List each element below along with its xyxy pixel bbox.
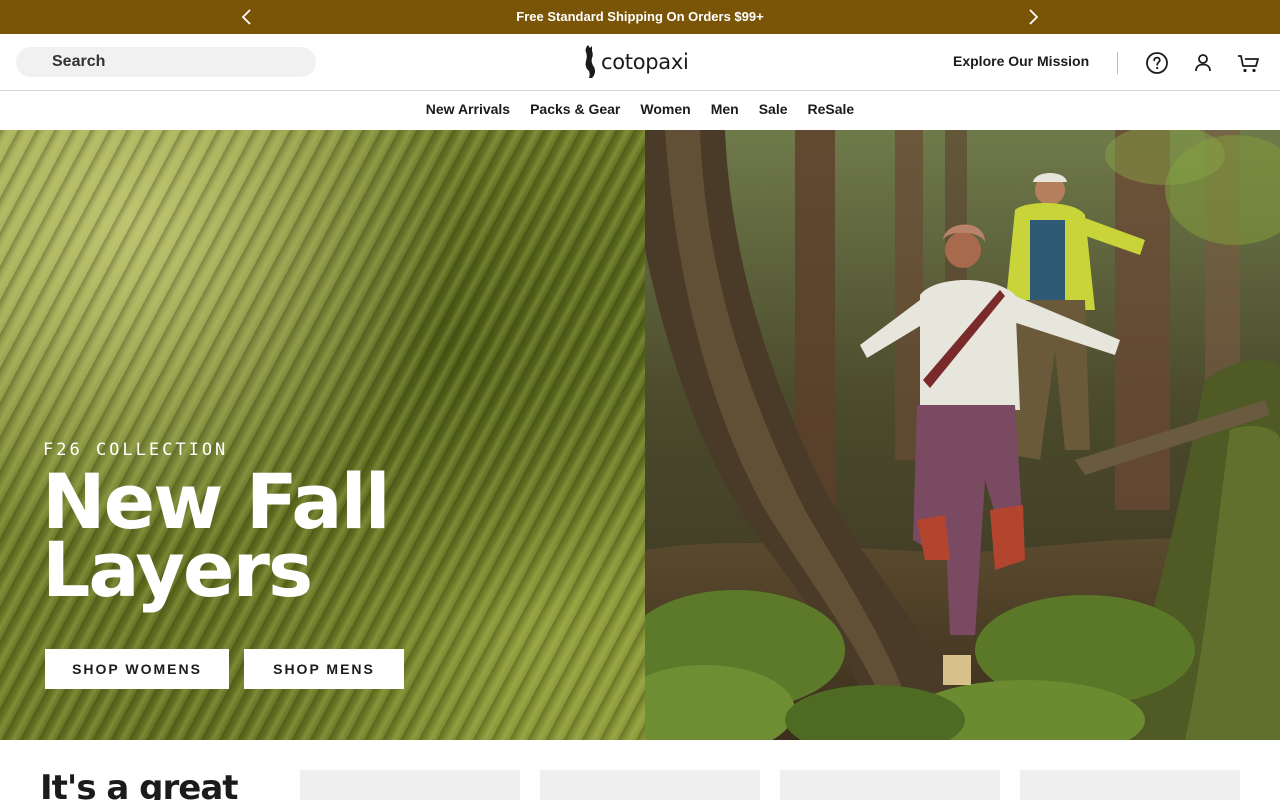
nav-item-women[interactable]: Women [640,101,690,117]
nav-item-resale[interactable]: ReSale [808,101,855,117]
product-tile[interactable] [1020,770,1240,800]
hero-headline: New Fall Layers [42,457,391,614]
nav-item-sale[interactable]: Sale [759,101,788,117]
shop-womens-button[interactable]: SHOP WOMENS [45,649,229,689]
product-tile[interactable] [540,770,760,800]
search-input[interactable] [16,47,316,77]
header-divider [1117,52,1118,74]
featured-section: It's a great [0,740,1280,800]
main-nav: New Arrivals Packs & Gear Women Men Sale… [0,91,1280,130]
product-tile[interactable] [300,770,520,800]
help-icon[interactable] [1145,51,1169,75]
announcement-text[interactable]: Free Standard Shipping On Orders $99+ [0,9,1280,24]
search-box[interactable] [16,47,316,77]
nav-item-packs-gear[interactable]: Packs & Gear [530,101,620,117]
product-tile[interactable] [780,770,1000,800]
section-title: It's a great [40,768,239,800]
chevron-right-icon[interactable] [1023,7,1043,27]
hero-texture-panel: F26 COLLECTION New Fall Layers SHOP WOME… [0,130,645,740]
nav-item-new-arrivals[interactable]: New Arrivals [426,101,510,117]
hero-banner: F26 COLLECTION New Fall Layers SHOP WOME… [0,130,1280,740]
announcement-bar: Free Standard Shipping On Orders $99+ [0,0,1280,34]
logo-wordmark: cotopaxi [601,50,689,74]
account-icon[interactable] [1191,51,1215,75]
explore-mission-link[interactable]: Explore Our Mission [953,53,1089,69]
forest-hikers-image [645,130,1280,740]
logo[interactable]: cotopaxi [582,43,702,81]
site-header: cotopaxi Explore Our Mission [0,34,1280,91]
llama-logo-icon [585,45,596,78]
shop-mens-button[interactable]: SHOP MENS [244,649,404,689]
nav-item-men[interactable]: Men [711,101,739,117]
cart-icon[interactable] [1237,51,1261,75]
hero-photo [645,130,1280,740]
